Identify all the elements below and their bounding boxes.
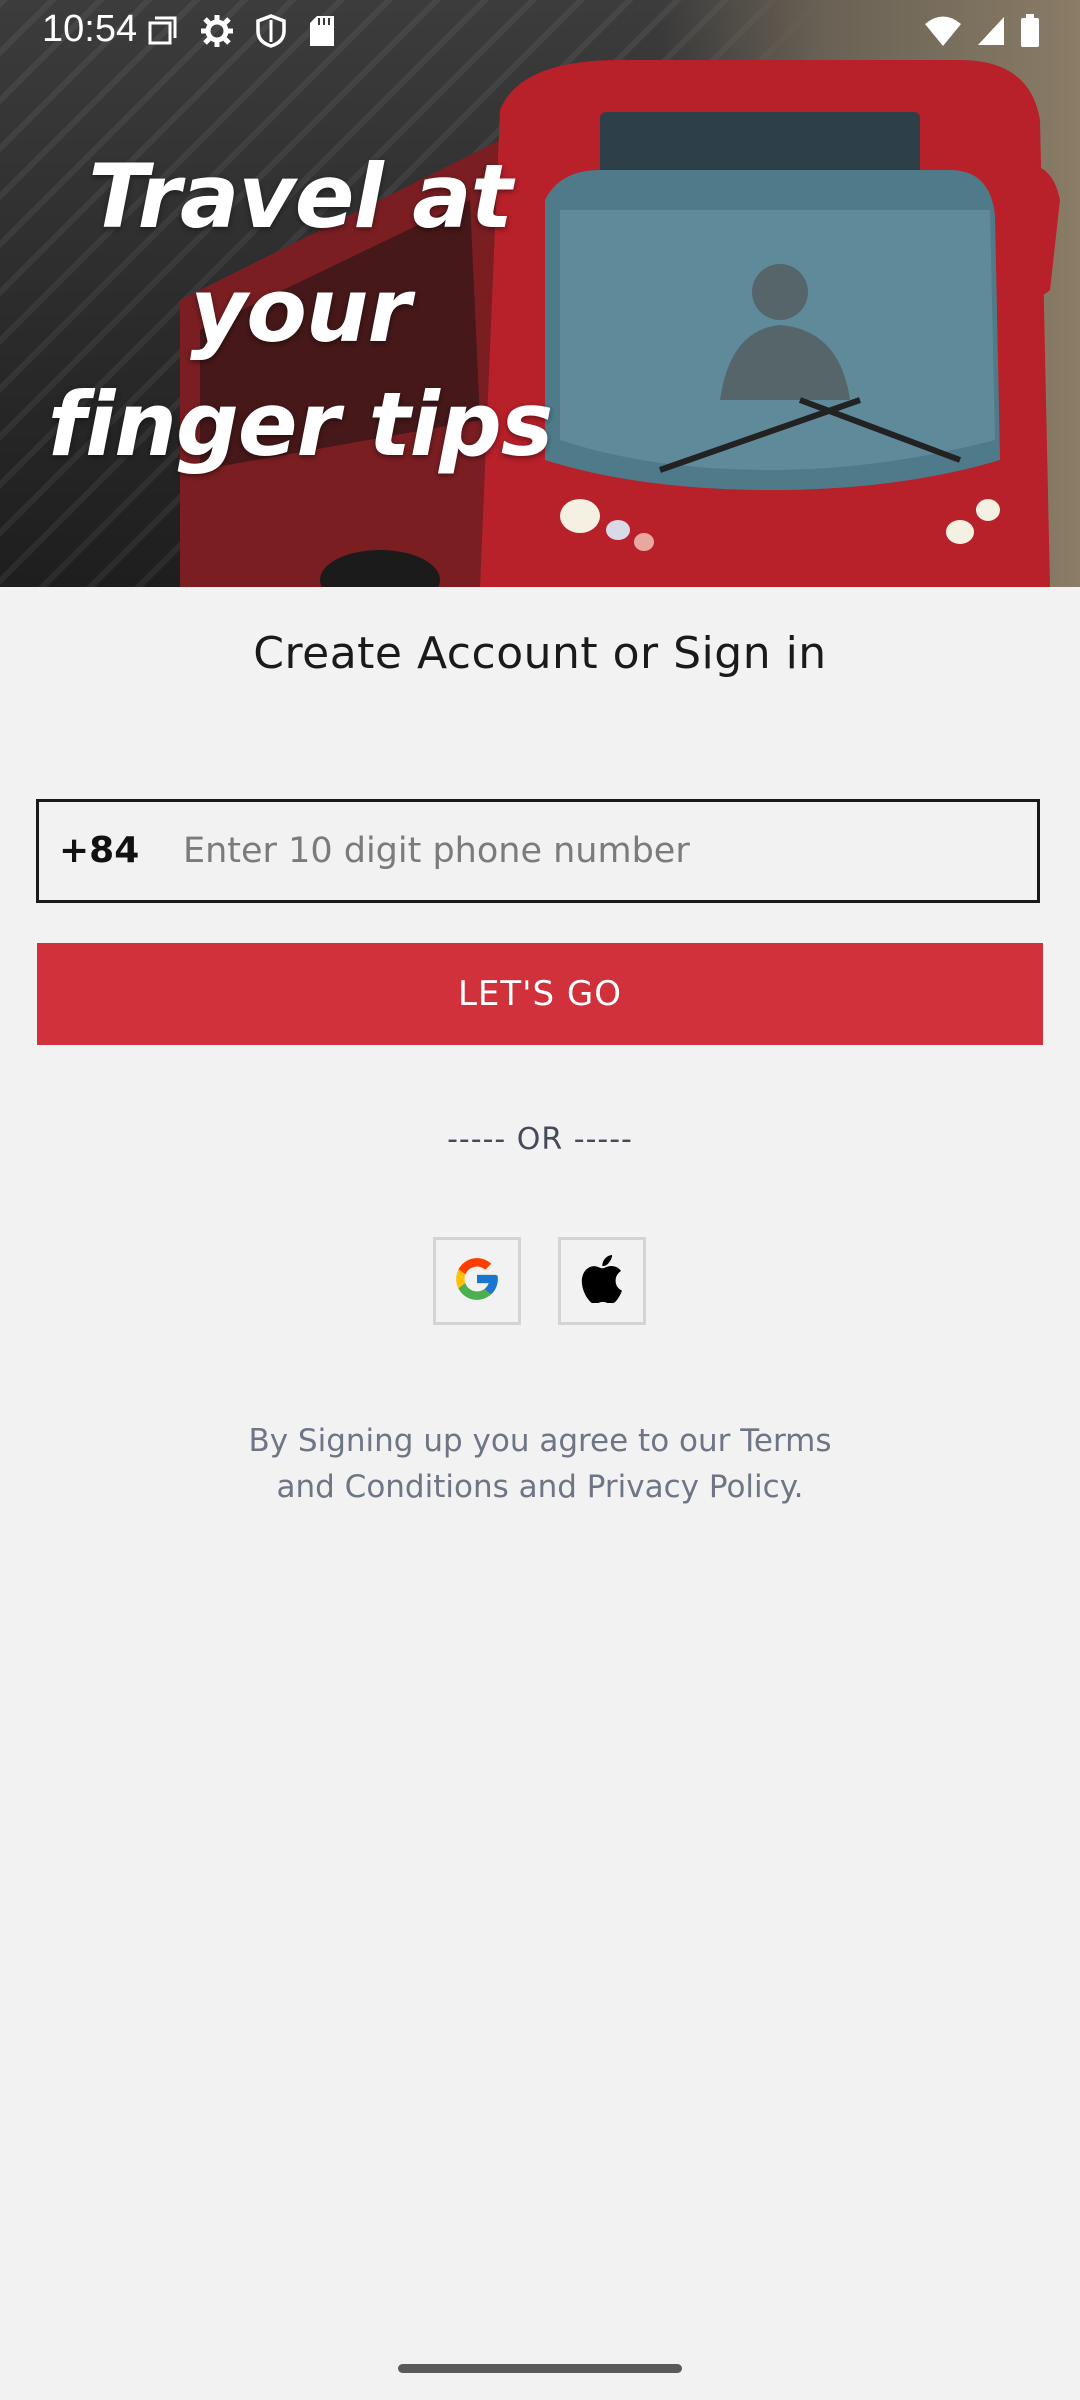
page-title: Create Account or Sign in	[253, 628, 827, 679]
gear-icon	[200, 14, 234, 53]
lets-go-button[interactable]: LET'S GO	[37, 943, 1043, 1045]
status-time: 10:54	[42, 8, 138, 50]
country-code[interactable]: +84	[59, 830, 139, 871]
status-icons-left	[146, 14, 336, 53]
google-sign-in-button[interactable]	[433, 1237, 521, 1325]
hero-headline-line-2: your	[190, 259, 411, 362]
phone-field[interactable]: +84	[36, 799, 1040, 903]
status-icons-right	[924, 14, 1040, 53]
home-indicator[interactable]	[398, 2364, 682, 2373]
hero-headline: Travel at your finger tips	[40, 140, 560, 482]
signal-icon	[976, 15, 1006, 52]
google-icon	[452, 1254, 502, 1309]
hero-headline-line-3: finger tips	[47, 373, 553, 476]
apple-sign-in-button[interactable]	[558, 1237, 646, 1325]
or-divider: ----- OR -----	[447, 1122, 633, 1157]
wifi-icon	[924, 15, 962, 52]
hero-banner: Travel at your finger tips	[0, 0, 1080, 587]
hero-headline-line-1: Travel at	[88, 145, 512, 248]
status-bar: 10:54	[0, 0, 1080, 62]
terms-text[interactable]: By Signing up you agree to our Terms and…	[220, 1418, 860, 1510]
battery-icon	[1020, 14, 1040, 53]
apple-icon	[581, 1254, 623, 1308]
shield-icon	[256, 14, 286, 53]
phone-input[interactable]	[183, 814, 1023, 888]
screenshot-icon	[146, 15, 178, 52]
sd-card-icon	[308, 14, 336, 53]
terms-text-container: By Signing up you agree to our Terms and…	[0, 1418, 1080, 1510]
